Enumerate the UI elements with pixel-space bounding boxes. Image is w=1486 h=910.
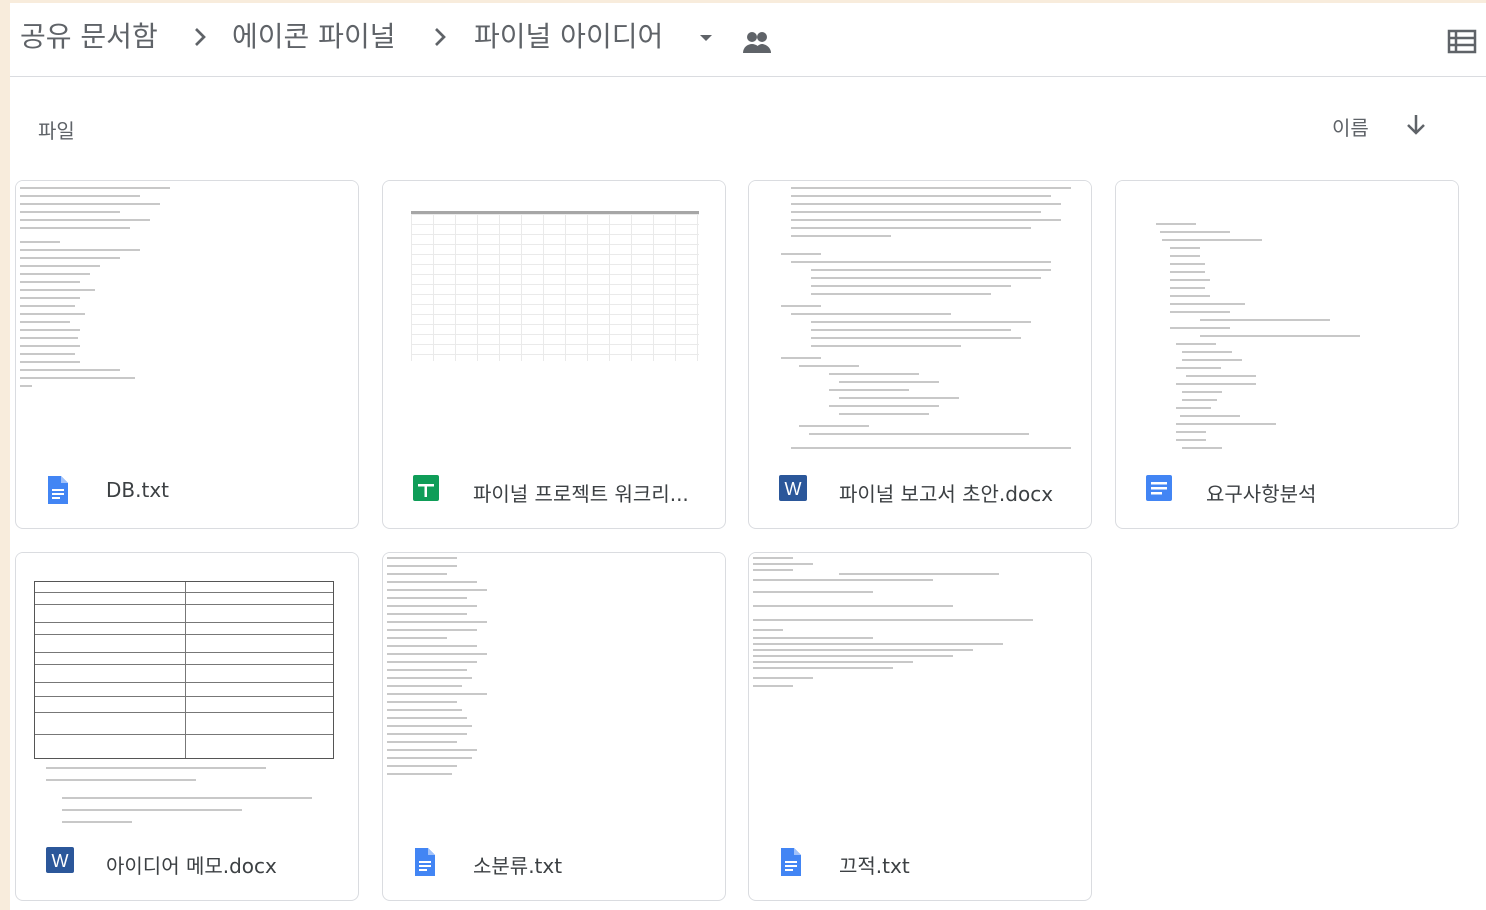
drive-window: 공유 문서함 에이콘 파이널 파이널 아이디어 파일 이름 DB.txt 파이널… — [10, 3, 1486, 910]
file-thumbnail — [749, 181, 1091, 456]
file-name: 요구사항분석 — [1206, 482, 1317, 506]
file-name: 끄적.txt — [839, 854, 910, 878]
file-thumbnail — [1116, 181, 1458, 456]
file-card[interactable]: 요구사항분석 — [1115, 180, 1459, 529]
people-icon[interactable] — [742, 29, 772, 55]
breadcrumb-current[interactable]: 파이널 아이디어 — [474, 17, 663, 57]
word-icon: W — [46, 847, 76, 877]
file-card[interactable]: 파이널 프로젝트 워크리... — [382, 180, 726, 529]
breadcrumb-root[interactable]: 공유 문서함 — [20, 17, 158, 57]
file-name: 소분류.txt — [473, 854, 563, 878]
sort-by-name-button[interactable]: 이름 — [1332, 112, 1369, 141]
file-card[interactable]: W 파이널 보고서 초안.docx — [748, 180, 1092, 529]
arrow-drop-down-icon[interactable] — [696, 27, 716, 47]
text-file-icon — [46, 475, 76, 505]
file-name: 파이널 보고서 초안.docx — [839, 482, 1054, 506]
svg-text:W: W — [785, 479, 802, 499]
chevron-right-icon — [184, 21, 216, 53]
google-docs-icon — [1146, 475, 1176, 505]
header-bar: 공유 문서함 에이콘 파이널 파이널 아이디어 — [10, 3, 1486, 77]
file-card[interactable]: 소분류.txt — [382, 552, 726, 901]
sheets-icon — [413, 475, 443, 505]
section-label-files: 파일 — [38, 119, 75, 143]
text-file-icon — [413, 847, 443, 877]
file-thumbnail — [383, 181, 725, 456]
arrow-down-icon[interactable] — [1402, 111, 1430, 139]
list-view-icon[interactable] — [1446, 25, 1478, 57]
file-thumbnail — [383, 553, 725, 828]
chevron-right-icon — [424, 21, 456, 53]
file-thumbnail — [749, 553, 1091, 828]
file-card[interactable]: DB.txt — [15, 180, 359, 529]
file-name: 아이디어 메모.docx — [106, 854, 277, 878]
file-card[interactable]: W 아이디어 메모.docx — [15, 552, 359, 901]
file-thumbnail — [16, 181, 358, 456]
file-card[interactable]: 끄적.txt — [748, 552, 1092, 901]
breadcrumb-parent[interactable]: 에이콘 파이널 — [232, 17, 395, 57]
word-icon: W — [779, 475, 809, 505]
file-name: 파이널 프로젝트 워크리... — [473, 482, 689, 506]
text-file-icon — [779, 847, 809, 877]
file-name: DB.txt — [106, 478, 169, 502]
svg-text:W: W — [52, 851, 69, 871]
file-thumbnail — [16, 553, 358, 828]
